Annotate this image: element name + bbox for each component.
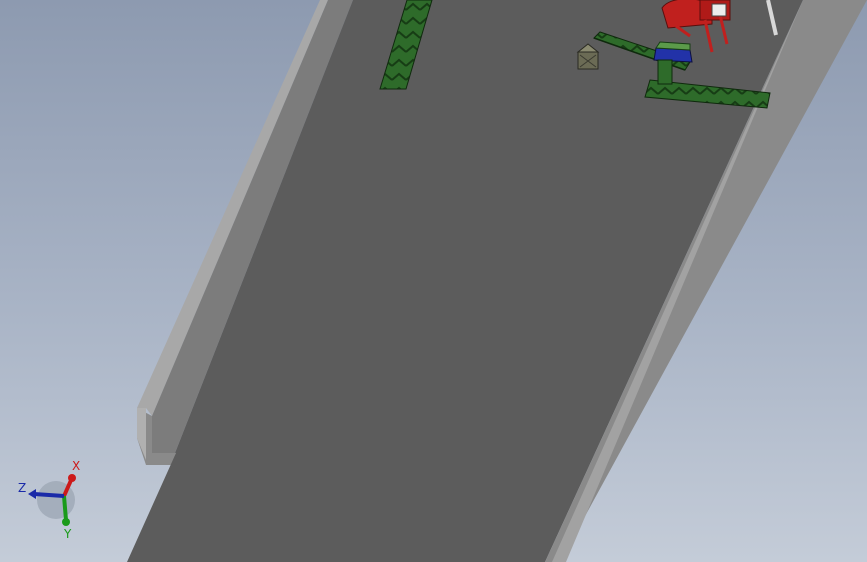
graphics-viewport[interactable]: X Z Y bbox=[0, 0, 867, 562]
y-axis-arrow bbox=[62, 495, 68, 521]
3d-scene[interactable]: X Z Y bbox=[0, 0, 867, 562]
z-axis-arrow bbox=[33, 492, 65, 498]
y-axis-label: Y bbox=[63, 527, 72, 541]
wall-notch-top bbox=[137, 408, 146, 460]
x-axis-label: X bbox=[72, 459, 80, 473]
z-axis-label: Z bbox=[18, 481, 26, 495]
orientation-triad[interactable]: X Z Y bbox=[18, 459, 80, 541]
